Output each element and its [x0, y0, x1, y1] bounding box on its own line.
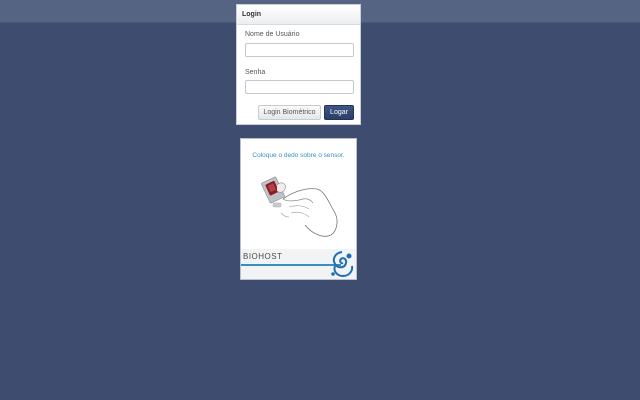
hand-on-fingerprint-sensor-icon [261, 176, 338, 237]
username-input[interactable] [245, 43, 354, 57]
password-input[interactable] [245, 80, 354, 94]
login-panel: Login Nome de Usuário Senha Login Biomét… [236, 4, 361, 125]
login-panel-title: Login [237, 5, 360, 25]
footer-divider [241, 264, 341, 266]
biometric-sensor-panel: Coloque o dedo sobre o sensor. BIOHOST [240, 138, 357, 280]
sensor-instruction: Coloque o dedo sobre o sensor. [252, 152, 345, 159]
username-label: Nome de Usuário [245, 31, 300, 38]
login-button[interactable]: Logar [324, 105, 354, 120]
biometric-login-button[interactable]: Login Biométrico [258, 105, 321, 120]
biohost-brand: BIOHOST [243, 252, 283, 261]
sensor-footer: BIOHOST [241, 249, 356, 279]
password-label: Senha [245, 69, 266, 76]
swirl-logo-icon [331, 251, 354, 278]
